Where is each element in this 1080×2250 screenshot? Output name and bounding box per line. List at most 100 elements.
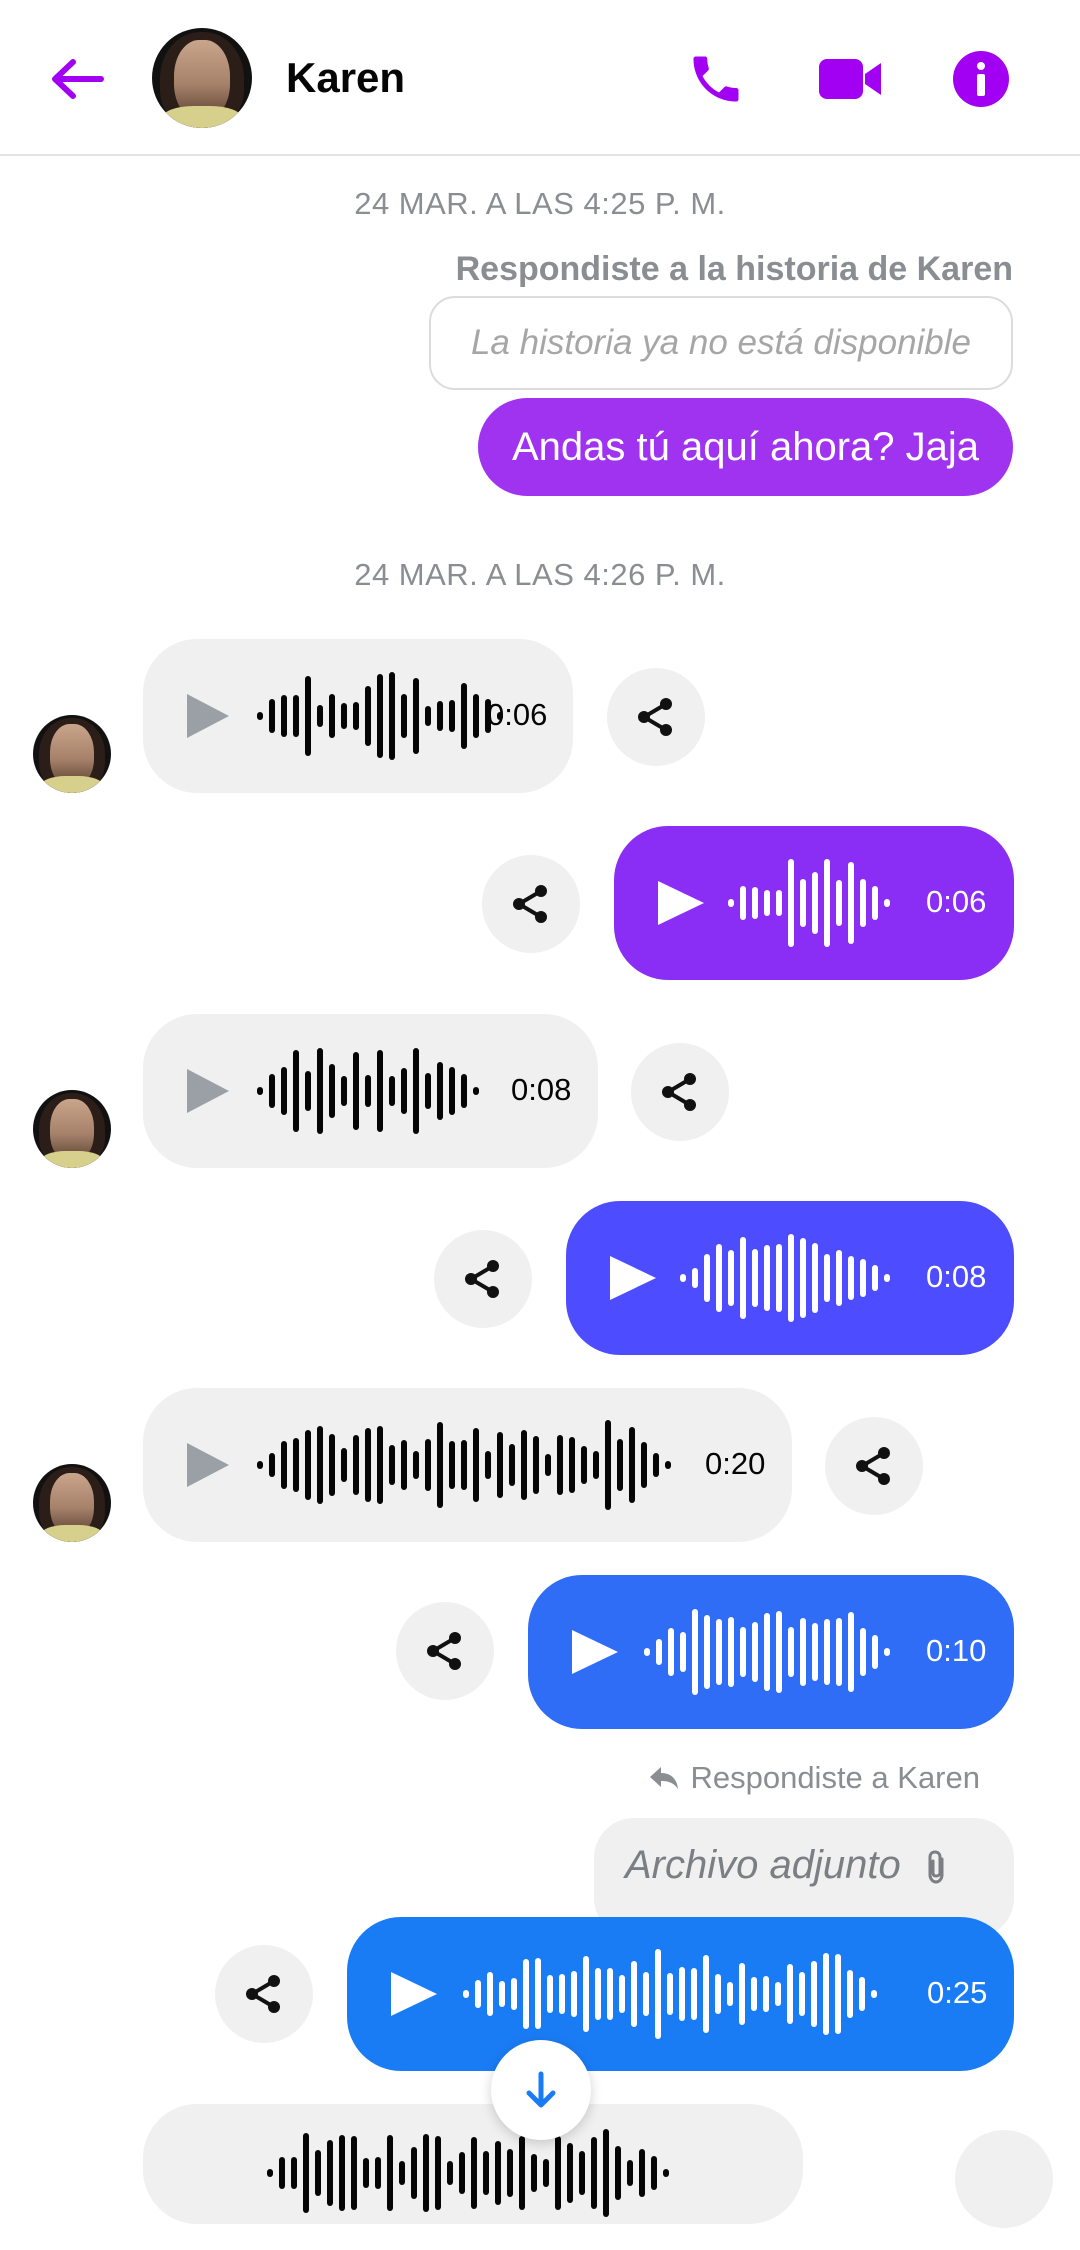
waveform-bar — [497, 1432, 503, 1498]
waveform-bar — [353, 1435, 359, 1495]
waveform-bar — [473, 1087, 479, 1095]
waveform-bar — [663, 2169, 669, 2177]
voice-duration: 0:08 — [926, 1259, 987, 1294]
waveform-bar — [547, 1975, 553, 2013]
waveform-bar — [579, 2150, 585, 2195]
waveform-bar — [257, 712, 263, 720]
waveform-bar — [776, 1243, 782, 1313]
waveform-bar — [656, 1639, 662, 1665]
share-button[interactable] — [825, 1417, 923, 1515]
waveform-bar — [643, 1971, 649, 2016]
waveform-bar — [269, 1074, 275, 1108]
waveform-bar — [644, 1648, 650, 1656]
contact-avatar-small[interactable] — [33, 1090, 111, 1168]
share-icon — [856, 1447, 890, 1485]
audio-call-button[interactable] — [680, 44, 752, 114]
share-button[interactable] — [482, 855, 580, 953]
waveform-bar — [461, 683, 467, 749]
share-button[interactable] — [607, 668, 705, 766]
waveform-bar — [293, 695, 299, 737]
waveform-bar — [473, 693, 479, 739]
waveform-bar — [848, 861, 854, 945]
waveform-bar — [449, 700, 455, 732]
video-call-button[interactable] — [812, 44, 888, 114]
back-button[interactable] — [40, 44, 114, 114]
waveform-bar — [764, 1613, 770, 1691]
waveform-bar — [559, 1973, 565, 2014]
waveform-bar — [679, 1966, 685, 2022]
waveform-bar — [341, 703, 347, 729]
waveform-bar — [329, 1433, 335, 1497]
contact-avatar[interactable] — [152, 28, 252, 128]
waveform-bar — [651, 2156, 657, 2190]
voice-duration: 0:25 — [927, 1975, 988, 2010]
voice-message-outgoing[interactable]: 0:25 — [347, 1917, 1014, 2071]
info-button[interactable] — [948, 44, 1014, 114]
waveform-bar — [871, 1990, 877, 1998]
waveform-bar — [351, 2135, 357, 2211]
waveform-bar — [305, 1070, 311, 1112]
waveform-bar — [823, 1953, 829, 2035]
sent-text-message[interactable]: Andas tú aquí ahora? Jaja — [477, 398, 1013, 496]
waveform-bar — [401, 1440, 407, 1490]
contact-name[interactable]: Karen — [286, 54, 405, 102]
waveform-bar — [281, 1441, 287, 1489]
contact-avatar-small[interactable] — [33, 1464, 111, 1542]
waveform-bar — [581, 1446, 587, 1484]
waveform-bar — [341, 1448, 347, 1482]
contact-avatar-small[interactable] — [33, 715, 111, 793]
waveform-bar — [531, 2154, 537, 2192]
scroll-to-bottom-button[interactable] — [491, 2040, 591, 2140]
waveform-bar — [836, 1249, 842, 1307]
waveform-bar — [716, 1243, 722, 1313]
waveform-bar — [571, 1970, 577, 2018]
voice-message-incoming[interactable]: 0:08 — [143, 1014, 598, 1168]
voice-message-incoming[interactable]: 0:20 — [143, 1388, 792, 1542]
waveform-bar — [401, 1067, 407, 1115]
waveform-bar — [485, 1450, 491, 1480]
share-button[interactable] — [396, 1602, 494, 1700]
waveform-bar — [473, 1427, 479, 1503]
share-button[interactable] — [955, 2130, 1053, 2228]
voice-message-incoming[interactable]: 0:06 — [143, 639, 573, 793]
share-icon — [638, 698, 672, 736]
waveform-bar — [627, 2160, 633, 2186]
voice-message-incoming[interactable] — [143, 2104, 803, 2224]
waveform-bar — [387, 2135, 393, 2211]
waveform-bar — [353, 1051, 359, 1131]
waveform-bar — [437, 1421, 443, 1509]
waveform-bar — [425, 1439, 431, 1491]
play-icon[interactable] — [572, 1630, 618, 1674]
waveform-bar — [715, 1973, 721, 2015]
play-icon[interactable] — [187, 1443, 229, 1487]
voice-message-outgoing[interactable]: 0:08 — [566, 1201, 1014, 1355]
voice-message-outgoing[interactable]: 0:06 — [614, 826, 1014, 980]
play-icon[interactable] — [391, 1972, 437, 2016]
play-icon[interactable] — [187, 1069, 229, 1113]
share-button[interactable] — [631, 1043, 729, 1141]
waveform-bar — [692, 1608, 698, 1695]
play-icon[interactable] — [187, 694, 229, 738]
waveform-bar — [788, 1626, 794, 1678]
waveform-bar — [363, 2157, 369, 2189]
share-icon — [427, 1632, 461, 1670]
waveform-bar — [511, 1978, 517, 2010]
share-button[interactable] — [434, 1230, 532, 1328]
waveform-bar — [728, 1616, 734, 1688]
timestamp: 24 MAR. A LAS 4:26 P. M. — [354, 557, 726, 592]
waveform-bar — [545, 1454, 551, 1476]
waveform-bar — [557, 1435, 563, 1495]
waveform-bar — [617, 1438, 623, 1492]
waveform-bar — [281, 1067, 287, 1115]
waveform-bar — [860, 1259, 866, 1297]
play-icon[interactable] — [610, 1256, 656, 1300]
waveform-bar — [692, 1267, 698, 1289]
waveform-bar — [533, 1435, 539, 1495]
play-icon[interactable] — [658, 881, 704, 925]
waveform-bar — [341, 1076, 347, 1106]
waveform-bar — [752, 887, 758, 919]
share-button[interactable] — [215, 1945, 313, 2043]
voice-duration: 0:20 — [705, 1446, 766, 1481]
voice-message-outgoing[interactable]: 0:10 — [528, 1575, 1014, 1729]
waveform-bar — [680, 1632, 686, 1672]
